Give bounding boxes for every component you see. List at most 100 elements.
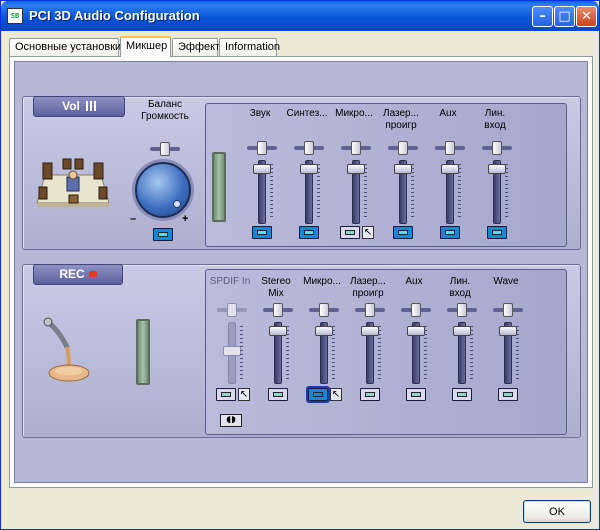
speakers-room-icon: [36, 158, 110, 207]
playback-channel-label-line2: вход: [484, 120, 506, 131]
recording-volume-thumb[interactable]: [361, 326, 379, 336]
knob-indicator: [173, 200, 181, 208]
master-balance-slider[interactable]: [150, 142, 180, 156]
playback-volume-slider[interactable]: [441, 160, 459, 224]
recording-volume-slider[interactable]: [499, 322, 517, 384]
playback-balance-thumb[interactable]: [492, 141, 502, 155]
playback-balance-slider[interactable]: [482, 141, 512, 155]
recording-balance-thumb[interactable]: [411, 303, 421, 317]
playback-balance-thumb[interactable]: [257, 141, 267, 155]
tab-basic-settings[interactable]: Основные установки: [9, 38, 121, 56]
playback-mute-button[interactable]: [487, 226, 507, 239]
playback-mute-indicator: [492, 230, 502, 235]
playback-balance-slider[interactable]: [341, 141, 371, 155]
tab-information[interactable]: Information: [219, 38, 280, 56]
playback-panel: Vol Баланс Громкость – + Звук Синтез... …: [22, 96, 581, 250]
playback-scale-ticks: [317, 164, 320, 220]
playback-mute-button[interactable]: [440, 226, 460, 239]
recording-mute-button[interactable]: [216, 388, 236, 401]
close-button[interactable]: ✕: [576, 6, 597, 27]
recording-volume-thumb[interactable]: [453, 326, 471, 336]
recording-mute-indicator: [411, 392, 421, 397]
playback-mute-button[interactable]: [252, 226, 272, 239]
ok-button[interactable]: OK: [523, 500, 591, 523]
balance-volume-label: Баланс Громкость: [128, 99, 202, 123]
advanced-settings-icon[interactable]: ↖: [362, 226, 374, 239]
recording-volume-slider[interactable]: [407, 322, 425, 384]
recording-balance-slider[interactable]: [447, 303, 477, 317]
playback-balance-slider[interactable]: [294, 141, 324, 155]
tab-mixer[interactable]: Микшер: [120, 36, 171, 57]
advanced-settings-icon[interactable]: ↖: [238, 388, 250, 401]
maximize-button[interactable]: □: [554, 6, 575, 27]
recording-scale-ticks: [240, 326, 243, 380]
recording-balance-thumb[interactable]: [273, 303, 283, 317]
vu-bars-icon: [85, 101, 96, 111]
recording-scale-ticks: [286, 326, 289, 380]
playback-volume-thumb[interactable]: [300, 164, 318, 174]
playback-balance-slider[interactable]: [388, 141, 418, 155]
recording-mute-button[interactable]: [360, 388, 380, 401]
playback-panel-label: Vol: [33, 96, 125, 117]
title-bar[interactable]: SB PCI 3D Audio Configuration – □ ✕: [1, 1, 599, 31]
tab-effect[interactable]: Эффект: [172, 38, 220, 56]
master-mute-button[interactable]: [153, 228, 173, 241]
playback-volume-thumb[interactable]: [441, 164, 459, 174]
minimize-button[interactable]: –: [532, 6, 553, 27]
spdif-speaker-button[interactable]: ◖◗: [220, 414, 242, 427]
recording-volume-thumb[interactable]: [407, 326, 425, 336]
recording-volume-slider[interactable]: [315, 322, 333, 384]
playback-balance-thumb[interactable]: [304, 141, 314, 155]
recording-scale-ticks: [424, 326, 427, 380]
recording-balance-slider[interactable]: [493, 303, 523, 317]
advanced-settings-icon[interactable]: ↖: [330, 388, 342, 401]
recording-channel-label-line2: Mix: [268, 288, 284, 299]
playback-mute-button[interactable]: [299, 226, 319, 239]
playback-volume-thumb[interactable]: [253, 164, 271, 174]
balance-thumb[interactable]: [160, 142, 170, 156]
playback-volume-slider[interactable]: [253, 160, 271, 224]
playback-balance-slider[interactable]: [247, 141, 277, 155]
playback-balance-slider[interactable]: [435, 141, 465, 155]
recording-balance-thumb[interactable]: [503, 303, 513, 317]
recording-balance-thumb[interactable]: [319, 303, 329, 317]
recording-balance-thumb[interactable]: [365, 303, 375, 317]
recording-balance-thumb[interactable]: [457, 303, 467, 317]
recording-mute-indicator: [313, 392, 323, 397]
recording-volume-slider[interactable]: [361, 322, 379, 384]
playback-volume-slider[interactable]: [394, 160, 412, 224]
playback-balance-thumb[interactable]: [351, 141, 361, 155]
recording-level-meter: [136, 319, 150, 385]
playback-scale-ticks: [505, 164, 508, 220]
playback-balance-thumb[interactable]: [445, 141, 455, 155]
playback-volume-thumb[interactable]: [394, 164, 412, 174]
recording-volume-thumb[interactable]: [269, 326, 287, 336]
playback-mute-button[interactable]: [340, 226, 360, 239]
recording-balance-slider[interactable]: [263, 303, 293, 317]
recording-mute-button[interactable]: [406, 388, 426, 401]
recording-mute-indicator: [457, 392, 467, 397]
recording-volume-slider[interactable]: [453, 322, 471, 384]
recording-balance-slider[interactable]: [309, 303, 339, 317]
recording-balance-slider[interactable]: [355, 303, 385, 317]
recording-volume-slider: [223, 322, 241, 384]
recording-mute-button[interactable]: [452, 388, 472, 401]
playback-balance-thumb[interactable]: [398, 141, 408, 155]
recording-mute-button[interactable]: [498, 388, 518, 401]
recording-balance-slider[interactable]: [401, 303, 431, 317]
playback-volume-slider[interactable]: [300, 160, 318, 224]
recording-mute-button[interactable]: [306, 386, 330, 403]
recording-volume-slider[interactable]: [269, 322, 287, 384]
recording-channel-label-line2: вход: [449, 288, 471, 299]
playback-volume-thumb[interactable]: [488, 164, 506, 174]
recording-mute-indicator: [221, 392, 231, 397]
playback-mute-button[interactable]: [393, 226, 413, 239]
recording-volume-thumb[interactable]: [315, 326, 333, 336]
recording-mute-button[interactable]: [268, 388, 288, 401]
playback-volume-slider[interactable]: [488, 160, 506, 224]
master-volume-knob[interactable]: [135, 162, 191, 218]
playback-volume-thumb[interactable]: [347, 164, 365, 174]
playback-volume-slider[interactable]: [347, 160, 365, 224]
recording-volume-thumb[interactable]: [499, 326, 517, 336]
playback-mute-indicator: [345, 230, 355, 235]
